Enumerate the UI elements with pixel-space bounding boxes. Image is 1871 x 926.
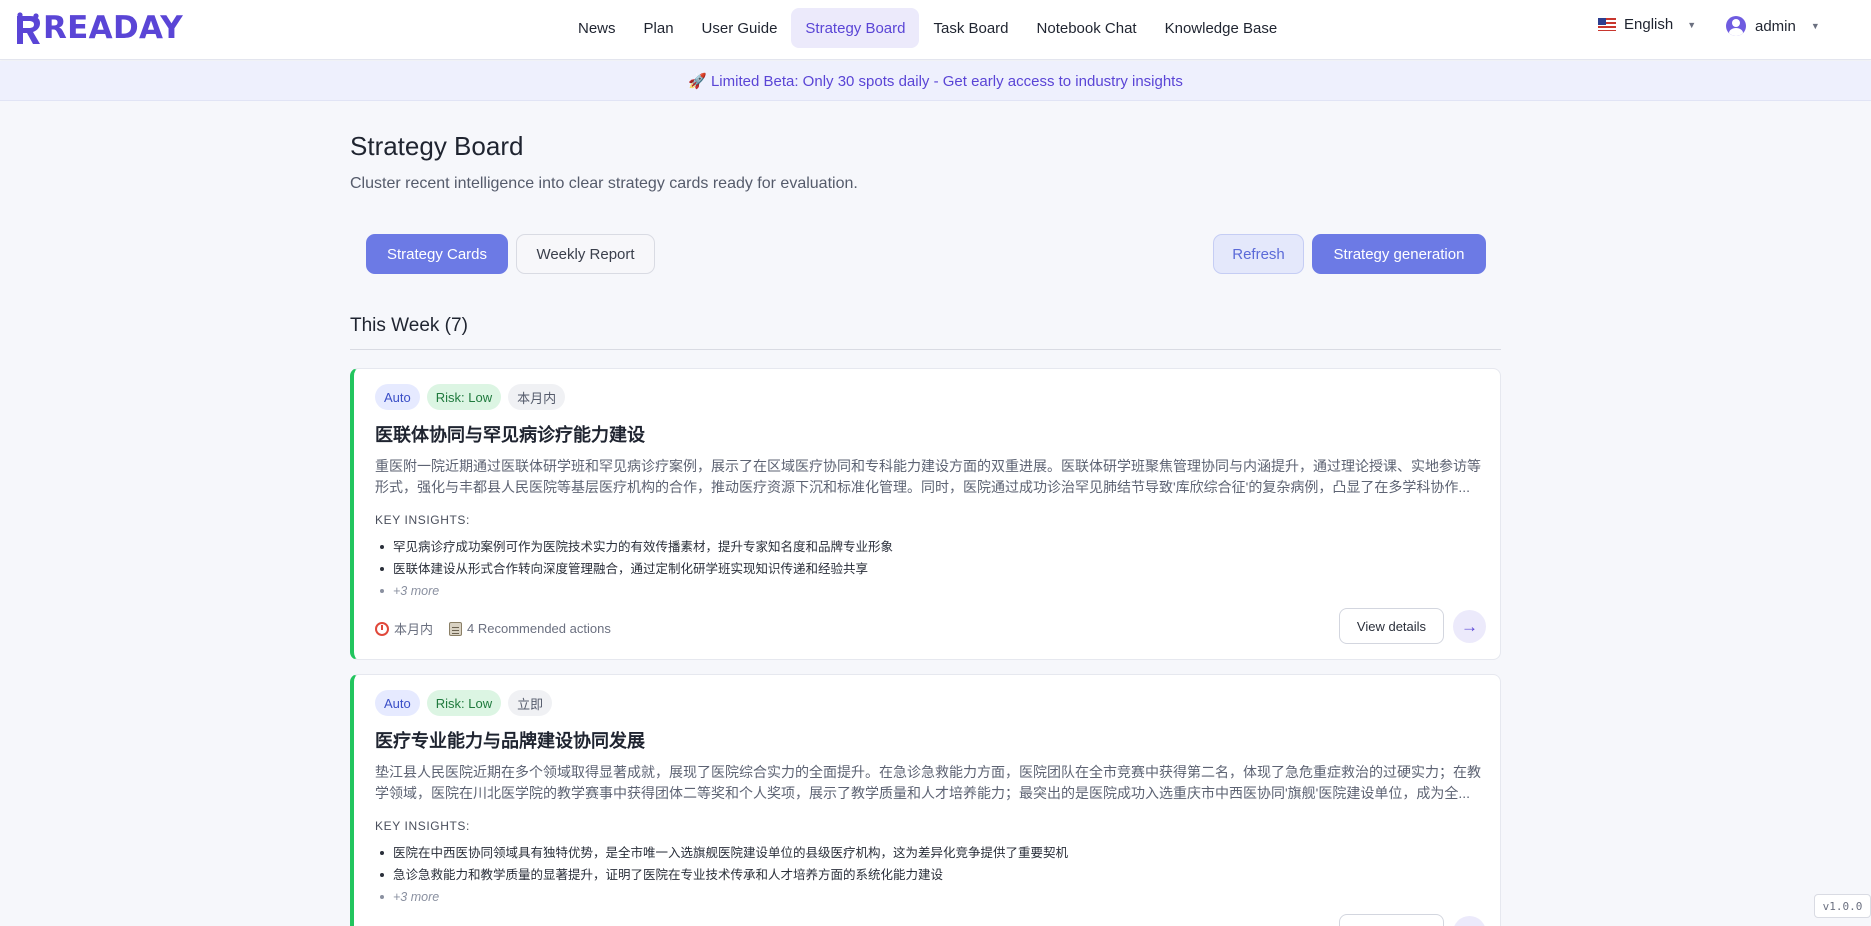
language-selector[interactable]: English ▼ bbox=[1598, 16, 1696, 33]
strategy-card[interactable]: Auto Risk: Low 本月内 医联体协同与罕见病诊疗能力建设 重医附一院… bbox=[350, 368, 1501, 660]
version-badge: v1.0.0 bbox=[1814, 894, 1871, 918]
section-title-this-week: This Week (7) bbox=[350, 315, 468, 336]
refresh-button[interactable]: Refresh bbox=[1213, 234, 1304, 274]
nav-notebook-chat[interactable]: Notebook Chat bbox=[1023, 8, 1151, 48]
key-insights-list: 罕见病诊疗成功案例可作为医院技术实力的有效传播素材，提升专家知名度和品牌专业形象… bbox=[375, 536, 1475, 602]
card-description: 垫江县人民医院近期在多个领域取得显著成就，展现了医院综合实力的全面提升。在急诊急… bbox=[375, 762, 1483, 804]
insight-item: 医联体建设从形式合作转向深度管理融合，通过定制化研学班实现知识传递和经验共享 bbox=[375, 558, 1475, 580]
insight-item: 罕见病诊疗成功案例可作为医院技术实力的有效传播素材，提升专家知名度和品牌专业形象 bbox=[375, 536, 1475, 558]
tag-timeframe: 立即 bbox=[508, 690, 553, 716]
view-details-button[interactable]: View details bbox=[1339, 608, 1444, 644]
alarm-clock-icon bbox=[375, 621, 389, 636]
strategy-generation-button[interactable]: Strategy generation bbox=[1312, 234, 1486, 274]
arrow-right-icon[interactable]: → bbox=[1453, 610, 1486, 643]
key-insights-label: KEY INSIGHTS: bbox=[375, 819, 470, 833]
tag-risk: Risk: Low bbox=[426, 690, 502, 716]
us-flag-icon bbox=[1598, 18, 1616, 31]
meta-timeframe-text: 本月内 bbox=[394, 622, 434, 637]
nav-knowledge-base[interactable]: Knowledge Base bbox=[1151, 8, 1292, 48]
user-name: admin bbox=[1755, 17, 1796, 35]
tag-timeframe: 本月内 bbox=[508, 384, 566, 410]
meta-actions: 4 Recommended actions bbox=[449, 621, 611, 636]
tab-strategy-cards[interactable]: Strategy Cards bbox=[366, 234, 508, 274]
user-avatar-icon bbox=[1726, 16, 1746, 36]
logo-r-mark bbox=[17, 12, 40, 44]
user-menu[interactable]: admin ▼ bbox=[1726, 16, 1820, 36]
readay-logo[interactable]: READAY bbox=[14, 6, 183, 46]
key-insights-list: 医院在中西医协同领域具有独特优势，是全市唯一入选旗舰医院建设单位的县级医疗机构，… bbox=[375, 842, 1475, 908]
card-tags: Auto Risk: Low 立即 bbox=[375, 690, 553, 716]
chevron-down-icon: ▼ bbox=[1687, 19, 1697, 30]
meta-timeframe: 本月内 bbox=[375, 619, 433, 638]
card-title: 医疗专业能力与品牌建设协同发展 bbox=[375, 731, 645, 751]
strategy-card[interactable]: Auto Risk: Low 立即 医疗专业能力与品牌建设协同发展 垫江县人民医… bbox=[350, 674, 1501, 926]
card-description-text: 垫江县人民医院近期在多个领域取得显著成就，展现了医院综合实力的全面提升。在急诊急… bbox=[375, 764, 1481, 801]
section-divider bbox=[350, 349, 1501, 350]
arrow-right-icon[interactable]: → bbox=[1453, 916, 1486, 926]
notepad-icon bbox=[449, 621, 463, 636]
nav-plan[interactable]: Plan bbox=[630, 8, 688, 48]
tag-auto: Auto bbox=[375, 384, 420, 410]
view-details-button[interactable]: View details bbox=[1339, 914, 1444, 926]
card-description-text: 重医附一院近期通过医联体研学班和罕见病诊疗案例，展示了在区域医疗协同和专科能力建… bbox=[375, 458, 1481, 495]
card-description: 重医附一院近期通过医联体研学班和罕见病诊疗案例，展示了在区域医疗协同和专科能力建… bbox=[375, 456, 1483, 498]
insight-item: 医院在中西医协同领域具有独特优势，是全市唯一入选旗舰医院建设单位的县级医疗机构，… bbox=[375, 842, 1475, 864]
tag-risk: Risk: Low bbox=[426, 384, 502, 410]
insights-more[interactable]: +3 more bbox=[375, 580, 1475, 602]
logo-text: READAY bbox=[43, 10, 184, 46]
language-label: English bbox=[1624, 16, 1674, 33]
nav-user-guide[interactable]: User Guide bbox=[688, 8, 792, 48]
main-nav: News Plan User Guide Strategy Board Task… bbox=[564, 8, 1291, 48]
key-insights-label: KEY INSIGHTS: bbox=[375, 513, 470, 527]
top-navigation-bar: READAY News Plan User Guide Strategy Boa… bbox=[0, 0, 1871, 60]
nav-task-board[interactable]: Task Board bbox=[919, 8, 1022, 48]
card-meta: 本月内 4 Recommended actions bbox=[375, 619, 611, 638]
card-tags: Auto Risk: Low 本月内 bbox=[375, 384, 566, 410]
nav-news[interactable]: News bbox=[564, 8, 630, 48]
page-title: Strategy Board bbox=[350, 131, 524, 161]
tab-weekly-report[interactable]: Weekly Report bbox=[516, 234, 655, 274]
page-subtitle: Cluster recent intelligence into clear s… bbox=[350, 175, 858, 192]
nav-strategy-board[interactable]: Strategy Board bbox=[791, 8, 920, 48]
tag-auto: Auto bbox=[375, 690, 420, 716]
chevron-down-icon: ▼ bbox=[1810, 21, 1820, 31]
beta-banner: 🚀 Limited Beta: Only 30 spots daily - Ge… bbox=[0, 61, 1871, 101]
insights-more[interactable]: +3 more bbox=[375, 886, 1475, 908]
meta-actions-text: 4 Recommended actions bbox=[467, 621, 611, 636]
card-title: 医联体协同与罕见病诊疗能力建设 bbox=[375, 425, 645, 445]
insight-item: 急诊急救能力和教学质量的显著提升，证明了医院在专业技术传承和人才培养方面的系统化… bbox=[375, 864, 1475, 886]
